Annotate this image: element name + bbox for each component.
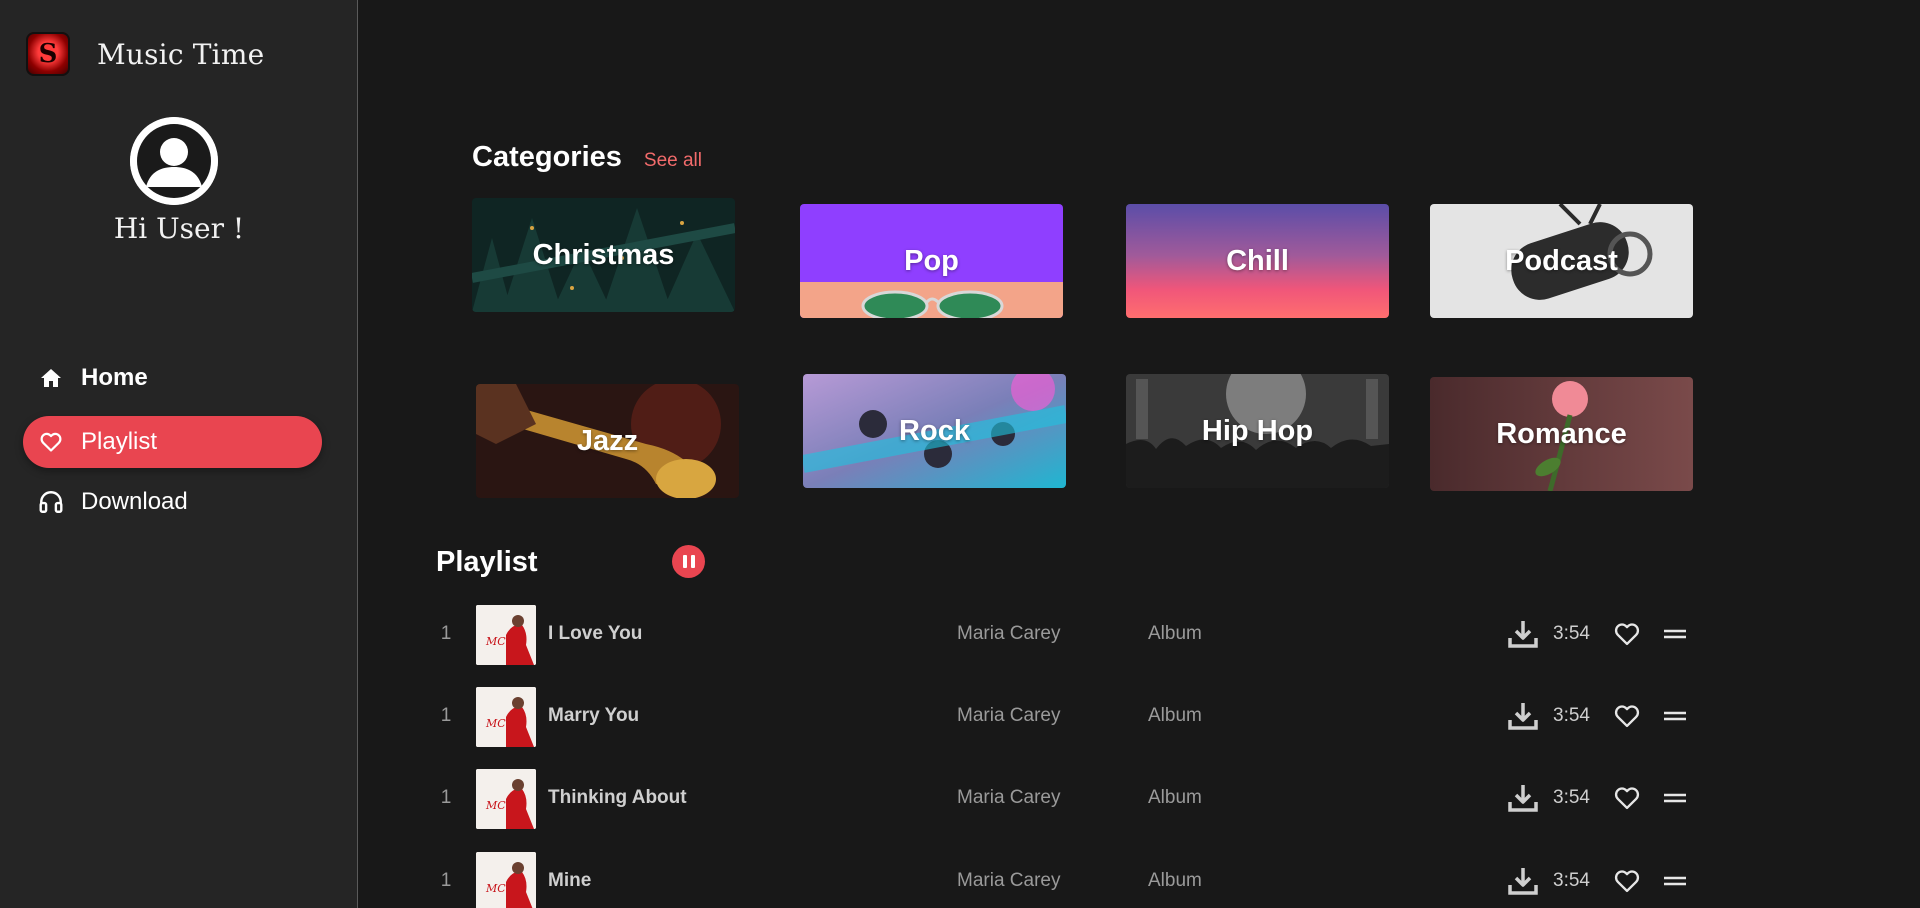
track-album[interactable]: Album [1148,603,1202,665]
category-label: Podcast [1505,244,1618,277]
track-artist[interactable]: Maria Carey [957,685,1060,747]
track-duration: 3:54 [1553,705,1590,726]
home-icon [37,364,65,392]
heart-icon[interactable] [1613,702,1641,730]
pause-icon [682,555,687,568]
category-label: Chill [1226,244,1289,277]
album-art: MC [476,769,536,829]
category-card-chill[interactable]: Chill [1126,204,1389,318]
menu-icon[interactable] [1662,785,1688,811]
menu-icon[interactable] [1662,703,1688,729]
app-name: Music Time [97,37,265,71]
category-card-jazz[interactable]: Jazz [476,384,739,498]
sidebar: S Music Time Hi User ! Home Playlist Dow… [0,0,358,908]
category-label: Christmas [532,238,675,271]
sidebar-item-label: Download [81,488,188,515]
pause-icon [690,555,695,568]
track-number: 1 [440,787,452,808]
categories-title: Categories [472,141,622,173]
category-card-rock[interactable]: Rock [803,374,1066,488]
svg-text:MC: MC [485,882,506,895]
track-duration: 3:54 [1553,623,1590,644]
track-album[interactable]: Album [1148,685,1202,747]
sidebar-item-download[interactable]: Download [23,476,322,528]
track-album[interactable]: Album [1148,850,1202,908]
album-art: MC [476,605,536,665]
track-album[interactable]: Album [1148,767,1202,829]
svg-text:MC: MC [485,635,506,648]
category-label: Hip Hop [1201,414,1314,447]
playlist-title: Playlist [436,546,538,578]
category-card-hip-hop[interactable]: Hip Hop [1126,374,1389,488]
user-avatar-icon[interactable] [130,117,218,205]
album-art: MC [476,687,536,747]
sidebar-item-home[interactable]: Home [23,352,322,404]
track-row[interactable]: 1 MC Marry You Maria Carey Album 3:54 [436,685,1716,747]
track-title[interactable]: Marry You [548,685,639,747]
user-greeting: Hi User ! [113,212,245,245]
track-title[interactable]: Mine [548,850,591,908]
category-label: Romance [1496,417,1627,450]
track-row[interactable]: 1 MC Thinking About Maria Carey Album 3:54 [436,767,1716,829]
heart-icon[interactable] [1613,620,1641,648]
sidebar-item-label: Playlist [81,428,158,455]
category-card-podcast[interactable]: Podcast [1430,204,1693,318]
category-card-romance[interactable]: Romance [1430,377,1693,491]
track-duration: 3:54 [1553,787,1590,808]
heart-icon[interactable] [1613,784,1641,812]
track-row[interactable]: 1 MC Mine Maria Carey Album 3:54 [436,850,1716,908]
sidebar-item-playlist[interactable]: Playlist [23,416,322,468]
download-icon[interactable] [1507,700,1539,732]
menu-icon[interactable] [1662,621,1688,647]
see-all-link[interactable]: See all [644,150,702,172]
svg-text:MC: MC [485,799,506,812]
download-icon[interactable] [1507,865,1539,897]
main-content: Categories See all Christmas Pop Chill P… [359,0,1920,908]
track-number: 1 [440,870,452,891]
brand[interactable]: S Music Time [26,32,264,76]
heart-icon [37,428,65,456]
category-card-pop[interactable]: Pop [800,204,1063,318]
track-number: 1 [440,623,452,644]
track-number: 1 [440,705,452,726]
headphones-icon [37,488,65,516]
category-label: Rock [899,414,970,447]
track-duration: 3:54 [1553,870,1590,891]
sidebar-nav: Home Playlist Download [23,352,322,540]
download-icon[interactable] [1507,618,1539,650]
app-logo: S [26,32,70,76]
category-label: Jazz [576,424,639,457]
track-artist[interactable]: Maria Carey [957,850,1060,908]
track-title[interactable]: I Love You [548,603,642,665]
categories-header: Categories See all [472,141,702,174]
download-icon[interactable] [1507,782,1539,814]
track-artist[interactable]: Maria Carey [957,767,1060,829]
track-row[interactable]: 1 MC I Love You Maria Carey Album 3:54 [436,603,1716,665]
category-label: Pop [904,244,959,277]
pause-button[interactable] [672,545,705,578]
track-title[interactable]: Thinking About [548,767,687,829]
sidebar-item-label: Home [81,364,148,391]
album-art: MC [476,852,536,908]
menu-icon[interactable] [1662,868,1688,894]
svg-text:MC: MC [485,717,506,730]
category-card-christmas[interactable]: Christmas [472,198,735,312]
track-artist[interactable]: Maria Carey [957,603,1060,665]
heart-icon[interactable] [1613,867,1641,895]
